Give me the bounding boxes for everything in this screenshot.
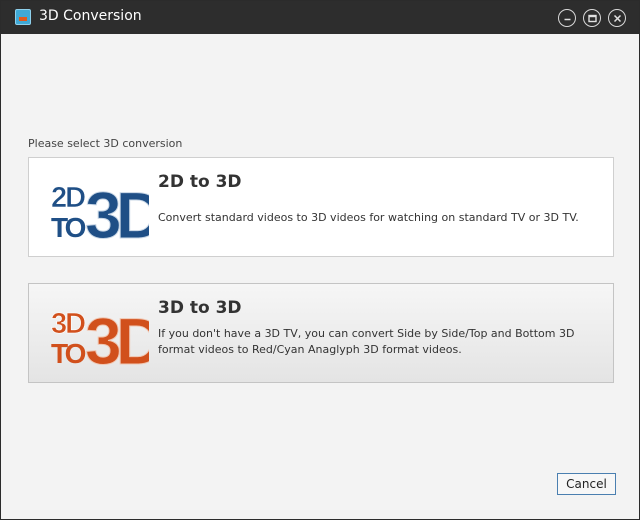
window-title: 3D Conversion: [39, 8, 142, 24]
minimize-button[interactable]: [558, 9, 576, 27]
prompt-label: Please select 3D conversion: [28, 137, 183, 150]
option-title: 2D to 3D: [158, 172, 242, 192]
option-3d-to-3d[interactable]: 3D TO 3D 3D to 3D If you don't have a 3D…: [28, 283, 614, 383]
close-button[interactable]: [608, 9, 626, 27]
svg-text:3D: 3D: [85, 304, 149, 368]
title-bar[interactable]: 3D Conversion: [1, 1, 639, 34]
maximize-button[interactable]: [583, 9, 601, 27]
conversion-window: 3D Conversion Please select 3D conversio…: [0, 0, 640, 520]
minimize-icon: [564, 18, 571, 21]
svg-text:TO: TO: [51, 338, 86, 368]
close-icon: [613, 14, 622, 23]
svg-text:3D: 3D: [51, 308, 85, 340]
svg-text:3D: 3D: [85, 178, 149, 242]
option-title: 3D to 3D: [158, 298, 242, 318]
option-description: Convert standard videos to 3D videos for…: [158, 211, 579, 224]
option-description: If you don't have a 3D TV, you can conve…: [158, 327, 575, 356]
cancel-button[interactable]: Cancel: [557, 473, 616, 495]
app-film-icon: [15, 9, 31, 25]
maximize-icon: [588, 14, 597, 23]
2d-to-3d-logo-icon: 2D TO 3D: [51, 178, 149, 243]
option-2d-to-3d[interactable]: 2D TO 3D 2D to 3D Convert standard video…: [28, 157, 614, 257]
3d-to-3d-logo-icon: 3D TO 3D: [51, 304, 149, 369]
svg-text:2D: 2D: [51, 182, 85, 214]
svg-text:TO: TO: [51, 212, 86, 242]
